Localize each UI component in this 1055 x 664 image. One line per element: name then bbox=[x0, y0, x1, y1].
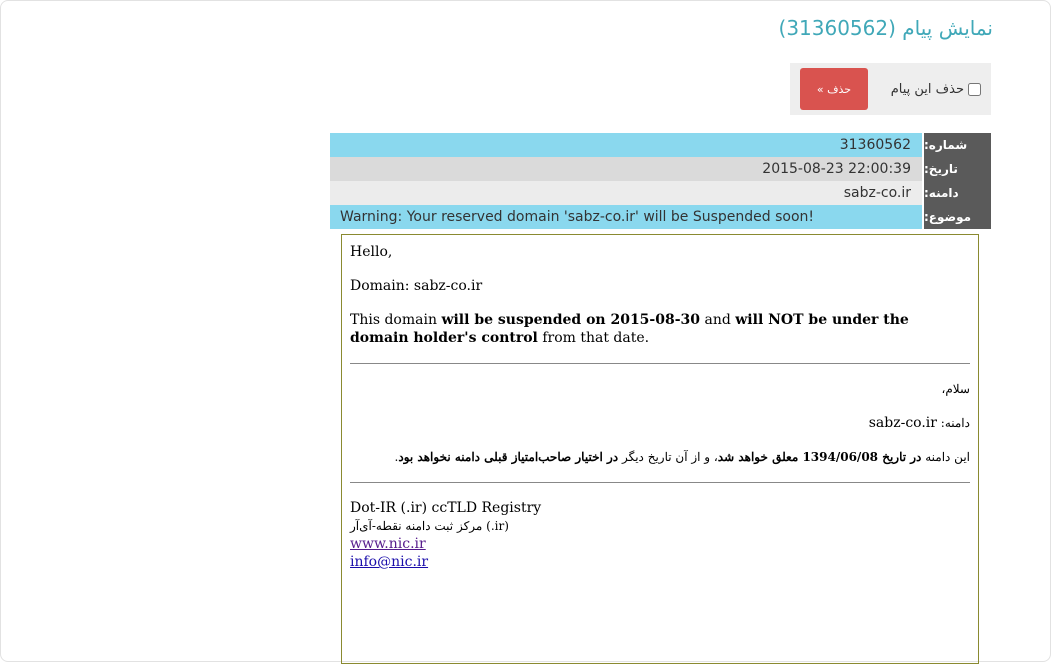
message-bold-text: در اختیار صاحب‌امتیاز قبلی دامنه نخواهد … bbox=[398, 450, 619, 464]
message-text: and bbox=[700, 312, 736, 328]
message-divider bbox=[350, 482, 970, 483]
message-text: from that date. bbox=[537, 330, 650, 346]
meta-row-subject: Warning: Your reserved domain 'sabz-co.i… bbox=[330, 205, 991, 229]
message-meta-table: 31360562 شماره: 2015-08-23 22:00:39 تاری… bbox=[330, 133, 991, 229]
message-domain-label-fa: دامنه: bbox=[936, 416, 970, 430]
meta-number-value: 31360562 bbox=[330, 133, 922, 157]
delete-bar: حذف » حذف این پیام bbox=[790, 63, 991, 115]
meta-row-number: 31360562 شماره: bbox=[330, 133, 991, 157]
message-paragraph-en: This domain will be suspended on 2015-08… bbox=[350, 311, 970, 347]
message-divider bbox=[350, 363, 970, 364]
message-paragraph-fa: این دامنه در تاریخ 1394/06/08 معلق خواهد… bbox=[350, 448, 970, 466]
meta-domain-value: sabz-co.ir bbox=[330, 181, 922, 205]
message-signature: Dot-IR (.ir) ccTLD Registry مرکز ثبت دام… bbox=[350, 499, 970, 571]
meta-row-date: 2015-08-23 22:00:39 تاریخ: bbox=[330, 157, 991, 181]
meta-date-value: 2015-08-23 22:00:39 bbox=[330, 157, 922, 181]
meta-number-label: شماره: bbox=[924, 133, 991, 157]
meta-row-domain: sabz-co.ir دامنه: bbox=[330, 181, 991, 205]
delete-checkbox-label: حذف این پیام bbox=[890, 82, 964, 97]
message-greeting-fa: سلام، bbox=[941, 382, 970, 396]
message-text: این دامنه bbox=[921, 450, 970, 464]
message-domain-fa: دامنه: sabz-co.ir bbox=[350, 414, 970, 432]
delete-button[interactable]: حذف » bbox=[800, 68, 868, 110]
signature-email-link[interactable]: info@nic.ir bbox=[350, 553, 970, 571]
meta-date-label: تاریخ: bbox=[924, 157, 991, 181]
message-text: ، و از آن تاریخ دیگر bbox=[618, 450, 718, 464]
message-bold-text: در تاریخ 1394/06/08 معلق خواهد شد bbox=[717, 450, 922, 464]
delete-checkbox-group[interactable]: حذف این پیام bbox=[891, 82, 981, 97]
message-body: Hello, Domain: sabz-co.ir This domain wi… bbox=[341, 234, 979, 664]
message-domain-en: Domain: sabz-co.ir bbox=[350, 278, 483, 294]
meta-domain-label: دامنه: bbox=[924, 181, 991, 205]
message-text: This domain bbox=[350, 312, 442, 328]
signature-registry-fa: مرکز ثبت دامنه نقطه-آی‌آر (.ir) bbox=[350, 519, 509, 533]
meta-subject-label: موضوع: bbox=[924, 205, 991, 229]
message-greeting-en: Hello, bbox=[350, 244, 393, 260]
signature-registry-en: Dot-IR (.ir) ccTLD Registry bbox=[350, 500, 542, 516]
signature-website-link[interactable]: www.nic.ir bbox=[350, 535, 970, 553]
message-bold-text: will be suspended on 2015-08-30 bbox=[441, 312, 701, 328]
page-title: نمایش پیام (31360562) bbox=[778, 16, 994, 40]
delete-checkbox[interactable] bbox=[968, 83, 981, 96]
message-domain-value-fa: sabz-co.ir bbox=[868, 415, 937, 431]
meta-subject-value: Warning: Your reserved domain 'sabz-co.i… bbox=[330, 205, 922, 229]
